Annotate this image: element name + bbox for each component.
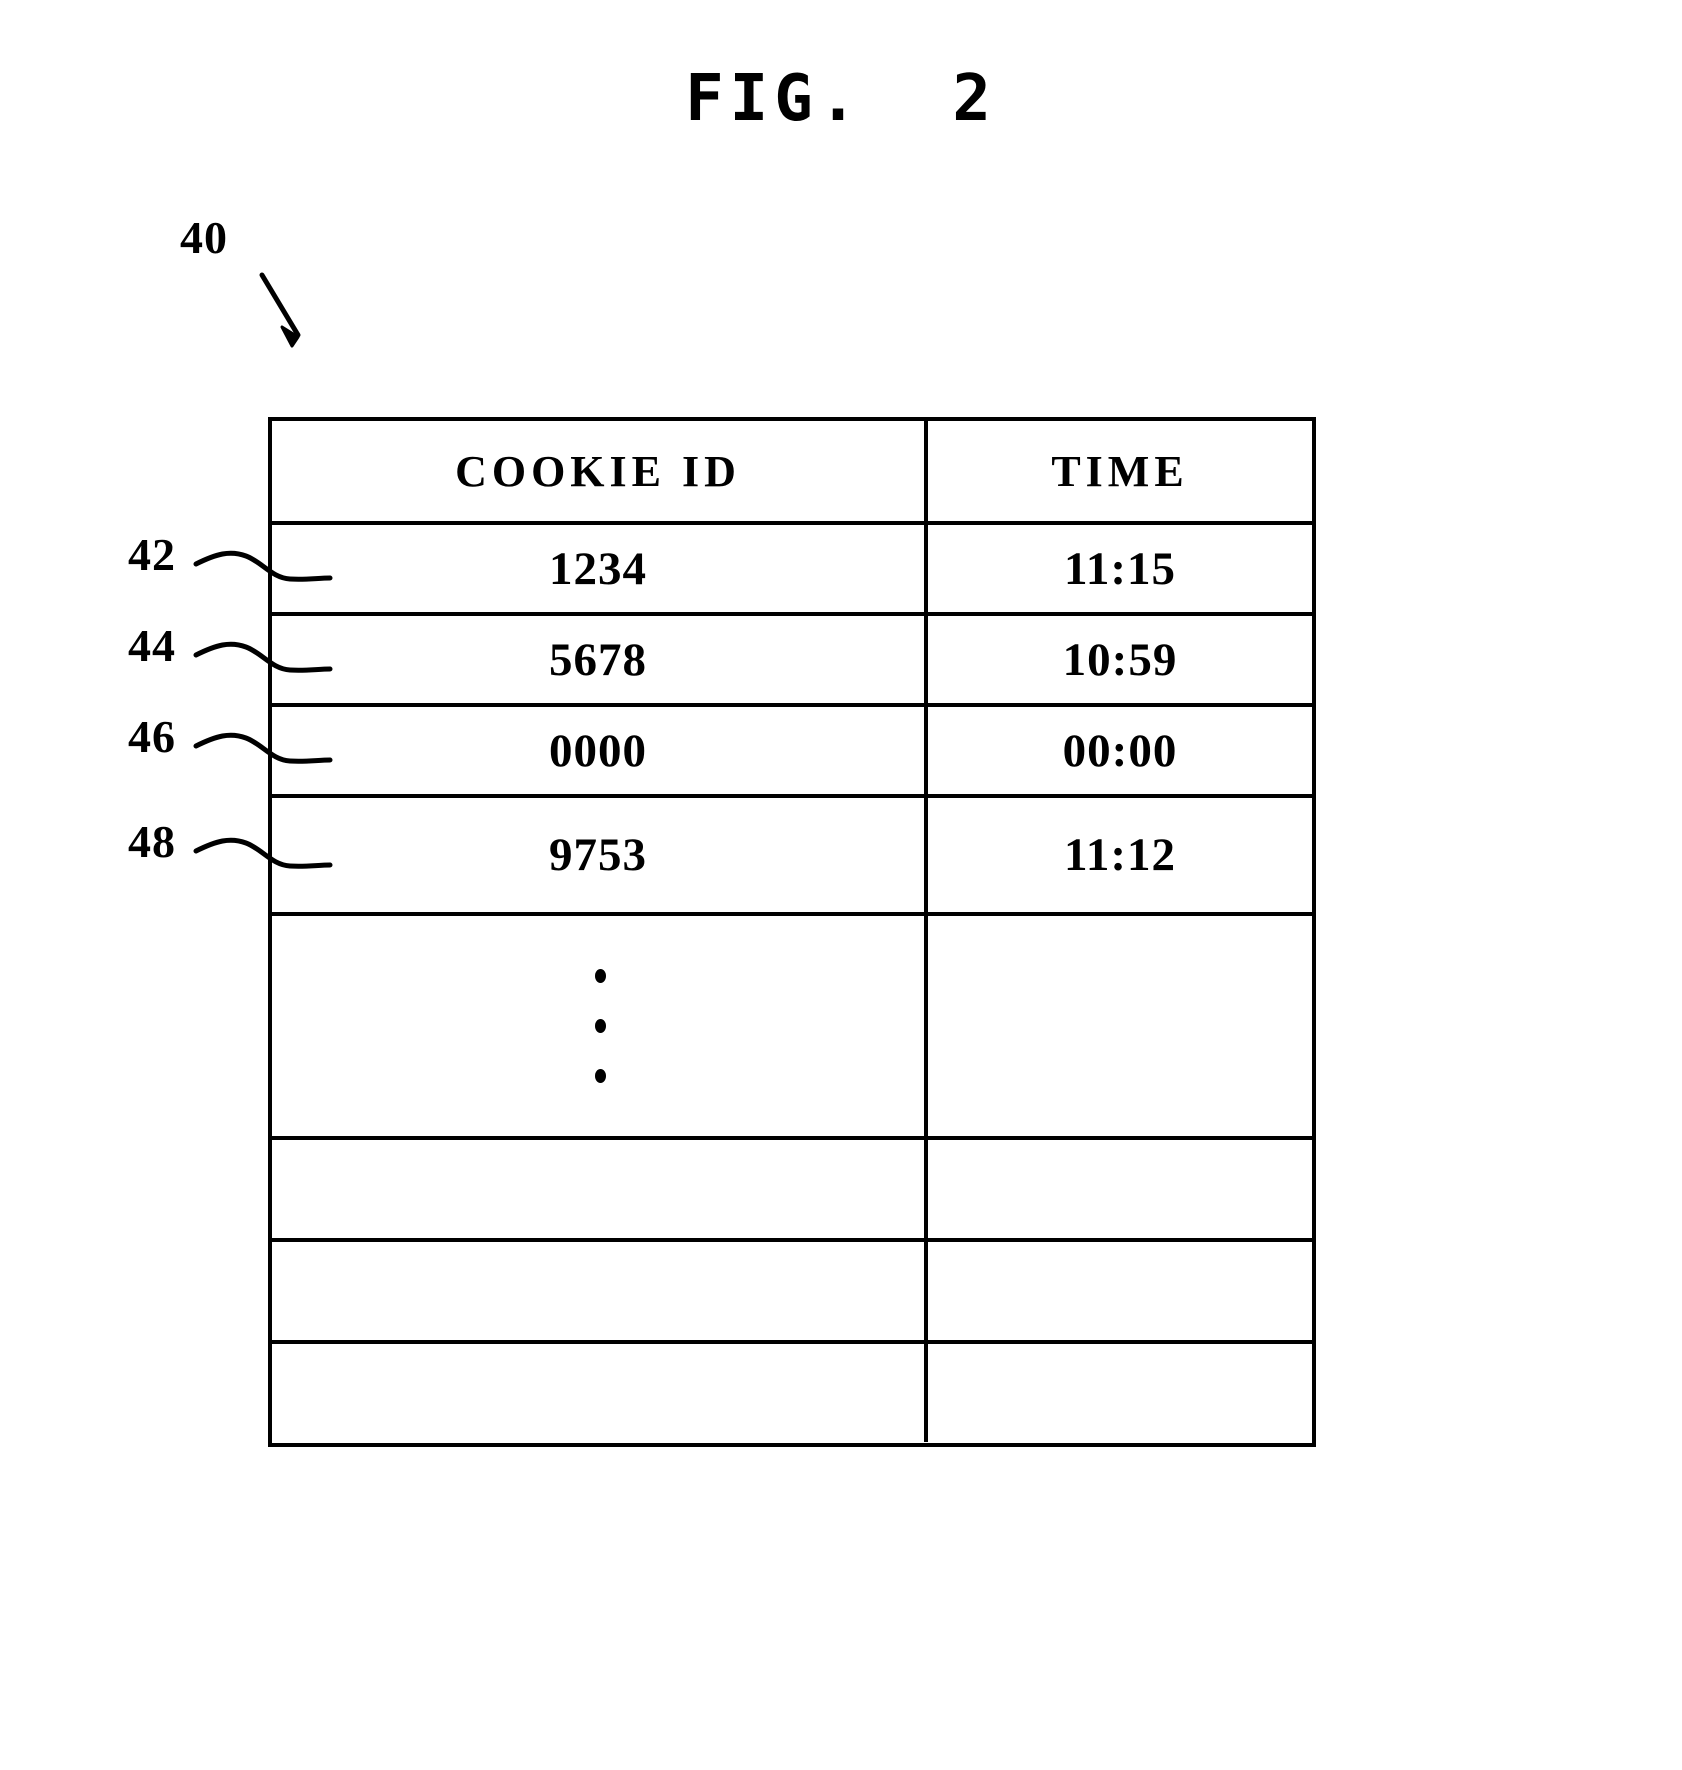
cell-time: 00:00 [1062,724,1178,777]
cell-time: 11:15 [1063,542,1177,595]
table-row-empty [272,1242,1312,1344]
table-row: 0000 00:00 [272,707,1312,798]
cell-cookie-id [272,1344,928,1442]
figure-reference-40: 40 [150,205,410,365]
row-reference-46-label: 46 [128,711,176,762]
cell-time [928,1140,1312,1238]
cell-time: 11:12 [1063,829,1177,881]
row-reference-48-label: 48 [128,816,176,867]
cell-time: 10:59 [1062,633,1178,686]
cell-cookie-id: 0000 [272,707,928,794]
cell-cookie-id: 5678 [272,616,928,703]
table-row-empty [272,1344,1312,1442]
row-reference-44-label: 44 [128,620,176,671]
cell-cookie-id [272,1140,928,1238]
cell-time [928,1242,1312,1340]
column-header-time: TIME [1051,446,1189,496]
table-row: 9753 11:12 [272,798,1312,916]
cell-time [928,1344,1312,1442]
table-header-row: COOKIE ID TIME [272,421,1312,525]
cell-cookie-id [272,1242,928,1340]
cell-cookie-id: 9753 [272,798,928,912]
leader-arrow-icon [259,272,301,348]
row-reference-42-label: 42 [128,529,176,580]
column-header-cookie-id: COOKIE ID [272,421,928,521]
table-continuation-row [272,916,1312,1140]
table-row: 5678 10:59 [272,616,1312,707]
figure-title: FIG. 2 [685,62,997,136]
cell-cookie-id: 1234 [272,525,928,612]
cookie-id-time-table: COOKIE ID TIME 1234 11:15 5678 10:59 000… [268,417,1316,1447]
cell-time [928,916,1312,1136]
cell-cookie-id [272,916,928,1136]
table-row-empty [272,1140,1312,1242]
table-row: 1234 11:15 [272,525,1312,616]
